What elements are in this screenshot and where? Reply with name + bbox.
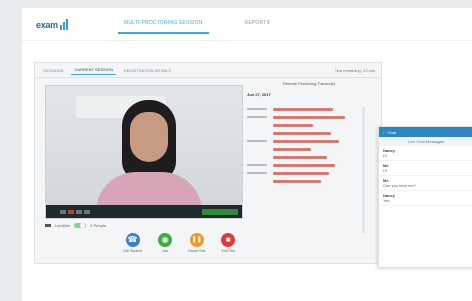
phone-icon: ☎ [125,233,140,247]
top-navigation: MULTI-PROCTORING SESSION REPORTS [118,16,276,34]
chat-message: Me Can you hear me? [379,176,472,191]
transcript-line [247,121,359,129]
tab-reports[interactable]: REPORTS [239,16,276,34]
chat-text: Yes [383,198,390,203]
chat-message: Nancy Hi [379,146,472,161]
candidate-video-feed [46,86,242,205]
transcript-line [247,113,359,121]
chat-header[interactable]: ‹ Chat [379,127,472,137]
chat-panel: ‹ Chat Live Chat Messages Nancy Hi Me Hi… [378,126,472,268]
pause-test-button[interactable]: ❚❚ Pause Test [188,233,205,253]
transcript-line [247,153,359,161]
candidate-face [130,112,168,162]
proctor-actions: ☎ Call Student ◉ Join ❚❚ Pause Test ■ En… [123,233,236,253]
end-test-button[interactable]: ■ End Test [221,233,236,253]
stop-icon: ■ [221,233,236,247]
pause-test-label: Pause Test [188,249,206,253]
chat-subtitle: Live Chat Messages [379,137,472,146]
pause-icon: ❚❚ [189,233,204,247]
join-icon: ◉ [158,233,173,247]
subtab-sessions[interactable]: Sessions [40,66,66,75]
session-subtabs: Sessions CURRENT SESSION REGISTRATION DE… [35,63,381,78]
transcript-lines [247,105,359,185]
end-test-label: End Test [221,249,236,253]
join-button[interactable]: ◉ Join [158,233,173,253]
session-panel: Sessions CURRENT SESSION REGISTRATION DE… [34,62,382,264]
transcript-line [247,177,359,185]
video-player[interactable] [45,85,243,219]
candidate-body [96,172,202,205]
app-logo[interactable]: exam [36,16,68,30]
header-divider [22,40,472,41]
tab-multi-proctoring-session[interactable]: MULTI-PROCTORING SESSION [118,16,209,34]
transcript-line [247,161,359,169]
logo-text: exam [36,20,58,30]
toggle-right-label: 2 People [90,223,106,228]
transcript-line [247,169,359,177]
transcript-line [247,145,359,153]
chat-text: Hi [383,168,387,173]
chat-text: Can you hear me? [383,183,416,188]
time-remaining: Test remaining: 23 min [334,67,375,73]
audio-level-meter [202,208,238,215]
proctoring-transcript: Remote Proctoring Transcript Jun 27, 201… [245,81,373,257]
chat-message: Nancy Yes [379,191,472,206]
chat-title: Chat [387,129,396,135]
transcript-line [247,137,359,145]
monitoring-toggle-switch[interactable] [74,223,87,228]
transcript-scrollbar[interactable] [362,107,365,233]
logo-icon [59,19,68,30]
video-controls-bar [46,205,242,218]
join-label: Join [161,249,169,253]
subtab-current-session[interactable]: CURRENT SESSION [71,65,116,75]
landline-indicator-icon [45,224,51,227]
transcript-title: Remote Proctoring Transcript [282,81,336,86]
call-student-button[interactable]: ☎ Call Student [123,233,142,253]
video-control-buttons[interactable] [60,209,90,214]
transcript-line [247,129,359,137]
chat-text: Hi [383,153,387,158]
toggle-left-label: Landline [55,223,71,228]
transcript-line [247,105,359,113]
monitoring-toggles: Landline 2 People [45,223,106,228]
chat-message: Me Hi [379,161,472,176]
chat-back-icon[interactable]: ‹ [383,130,384,135]
subtab-registration-details[interactable]: REGISTRATION DETAILS [121,66,174,75]
call-student-label: Call Student [123,249,143,253]
transcript-date: Jun 27, 2017 [247,92,271,97]
